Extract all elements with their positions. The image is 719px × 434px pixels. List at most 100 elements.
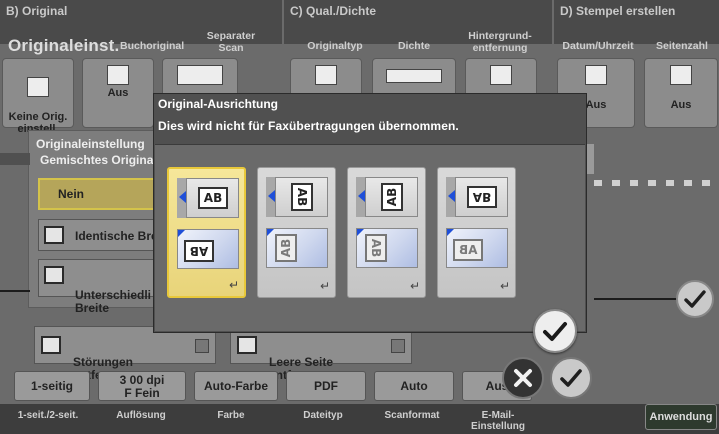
cancel-button[interactable] xyxy=(502,357,544,399)
orientation-3-scan-sheet: AB xyxy=(356,228,418,268)
scan-size-value-button[interactable]: Auto xyxy=(374,371,454,401)
dialog-ok-button[interactable] xyxy=(533,309,577,353)
orientation-1-top-glyph: AB xyxy=(198,187,228,209)
right-panel-edge xyxy=(586,144,594,174)
orientation-option-3[interactable]: AB AB ↵ xyxy=(347,167,426,298)
col-book-original: Buchoriginal xyxy=(120,40,185,52)
orientation-3-top-glyph: AB xyxy=(381,183,403,211)
file-type-value: PDF xyxy=(314,379,338,393)
tab-color[interactable]: Farbe xyxy=(196,410,266,421)
left-divider-line xyxy=(0,290,30,292)
dotted-separator xyxy=(594,180,719,186)
close-icon xyxy=(514,369,532,387)
tab-resolution[interactable]: Auflösung xyxy=(106,410,176,421)
original-orientation-dialog: Original-Ausrichtung Dies wird nicht für… xyxy=(153,93,587,333)
orientation-4-top-glyph: AB xyxy=(467,186,497,208)
color-value-button[interactable]: Auto-Farbe xyxy=(194,371,278,401)
ok-button[interactable] xyxy=(550,357,592,399)
feed-direction-icon xyxy=(358,190,365,202)
background-removal-icon xyxy=(490,65,512,85)
orientation-1-bottom-glyph: AB xyxy=(184,240,214,262)
return-arrow-icon: ↵ xyxy=(499,279,510,293)
density-button[interactable] xyxy=(372,58,456,98)
orientation-option-1[interactable]: AB AB ↵ xyxy=(167,167,246,298)
book-icon xyxy=(107,65,129,85)
check-icon xyxy=(560,369,582,387)
density-scale-icon xyxy=(386,69,442,83)
right-divider-line xyxy=(594,298,678,300)
remove-noise-icon xyxy=(41,336,61,354)
file-type-value-button[interactable]: PDF xyxy=(286,371,366,401)
orientation-2-original-sheet: AB xyxy=(266,177,328,217)
identical-width-option[interactable]: Identische Bre xyxy=(38,219,168,251)
orientation-3-bottom-glyph: AB xyxy=(365,234,387,262)
remove-blank-page-checkbox[interactable] xyxy=(391,339,405,353)
different-width-option[interactable]: Unterschiedli Breite xyxy=(38,259,168,315)
orientation-option-2[interactable]: AB AB ↵ xyxy=(257,167,336,298)
tab-scan-size[interactable]: Scanformat xyxy=(372,410,452,421)
page-number-icon xyxy=(670,65,692,85)
color-value: Auto-Farbe xyxy=(204,379,268,393)
no-original-settings-button[interactable]: Keine Orig. einstell. xyxy=(2,58,74,135)
section-original-title: B) Original xyxy=(6,4,68,18)
separate-scan-icon xyxy=(177,65,223,85)
dialog-title: Original-Ausrichtung xyxy=(158,97,278,111)
corner-marker-icon xyxy=(267,229,274,236)
apply-button[interactable]: Anwendung xyxy=(645,404,717,430)
scan-size-value: Auto xyxy=(400,379,428,393)
return-arrow-icon: ↵ xyxy=(319,279,330,293)
mixed-original-no-option[interactable]: Nein xyxy=(38,178,168,210)
corner-marker-icon xyxy=(447,229,454,236)
background-removal-button[interactable] xyxy=(465,58,537,98)
background-ok-button[interactable] xyxy=(676,280,714,318)
identical-width-label: Identische Bre xyxy=(75,229,158,243)
orientation-option-4[interactable]: AB AB ↵ xyxy=(437,167,516,298)
different-width-icon xyxy=(44,266,64,284)
col-separate-scan: Separater Scan xyxy=(206,30,256,54)
col-density: Dichte xyxy=(397,40,431,52)
duplex-value-button[interactable]: 1-seitig xyxy=(14,371,90,401)
remove-blank-page-icon xyxy=(237,336,257,354)
orientation-1-original-sheet: AB xyxy=(177,178,239,218)
check-icon xyxy=(543,322,567,341)
check-icon xyxy=(684,290,706,308)
orientation-2-top-glyph: AB xyxy=(291,183,313,211)
return-arrow-icon: ↵ xyxy=(409,279,420,293)
document-a-icon xyxy=(27,77,49,97)
resolution-value-button[interactable]: 3 00 dpi F Fein xyxy=(98,371,186,401)
original-type-icon xyxy=(315,65,337,85)
dialog-body: AB AB ↵ AB AB ↵ AB AB ↵ AB AB ↵ xyxy=(155,144,585,331)
left-strip xyxy=(0,153,30,165)
mixed-original-label: Gemischtes Origina xyxy=(40,153,154,167)
book-original-button[interactable]: Aus xyxy=(82,58,154,128)
book-original-value: Aus xyxy=(107,87,129,99)
different-width-label: Unterschiedli Breite xyxy=(75,288,152,315)
dialog-message: Dies wird nicht für Faxübertragungen übe… xyxy=(158,119,459,133)
corner-marker-icon xyxy=(178,230,185,237)
feed-direction-icon xyxy=(268,190,275,202)
page-number-button[interactable]: Aus xyxy=(644,58,718,128)
tab-duplex[interactable]: 1-seit./2-seit. xyxy=(6,410,90,421)
orientation-4-bottom-glyph: AB xyxy=(453,239,483,261)
mixed-original-no-label: Nein xyxy=(58,187,85,201)
corner-marker-icon xyxy=(357,229,364,236)
orientation-4-original-sheet: AB xyxy=(446,177,508,217)
original-settings-title: Originaleinst. xyxy=(8,36,120,55)
duplex-value: 1-seitig xyxy=(30,379,73,393)
return-arrow-icon: ↵ xyxy=(228,278,239,292)
original-type-button[interactable] xyxy=(290,58,362,98)
tab-email-setting[interactable]: E-Mail- Einstellung xyxy=(460,410,536,432)
feed-direction-icon xyxy=(179,191,186,203)
col-background-removal: Hintergrund- entfernung xyxy=(468,30,532,54)
orientation-2-bottom-glyph: AB xyxy=(275,234,297,262)
remove-noise-checkbox[interactable] xyxy=(195,339,209,353)
section-stamp-title: D) Stempel erstellen xyxy=(560,4,676,18)
tab-file-type[interactable]: Dateityp xyxy=(288,410,358,421)
identical-width-icon xyxy=(44,226,64,244)
feed-direction-icon xyxy=(448,190,455,202)
col-page-number: Seitenzahl xyxy=(656,40,708,52)
separate-scan-button[interactable] xyxy=(162,58,238,98)
orientation-3-original-sheet: AB xyxy=(356,177,418,217)
original-settings-label: Originaleinstellung xyxy=(36,137,145,151)
col-original-type: Originaltyp xyxy=(307,40,363,52)
